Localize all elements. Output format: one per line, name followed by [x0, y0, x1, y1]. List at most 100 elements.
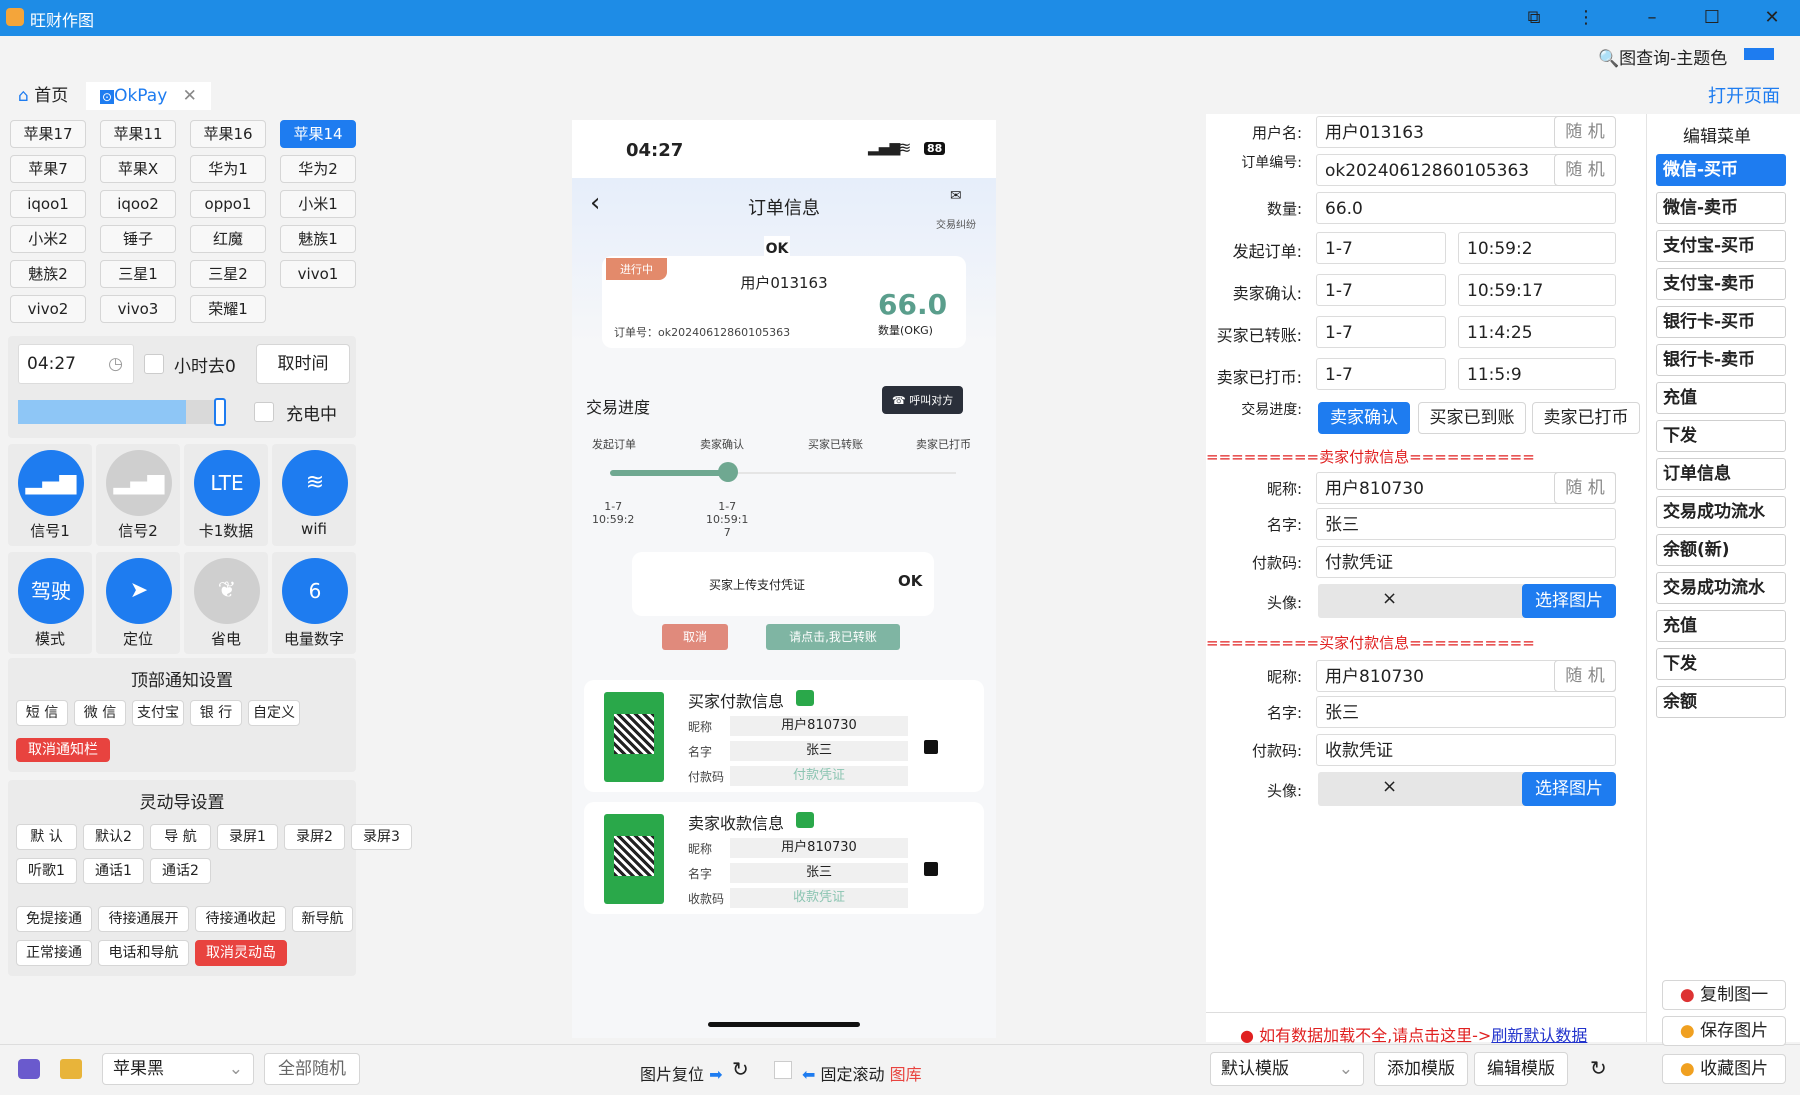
edit-menu-item[interactable]: 银行卡-卖币 — [1656, 344, 1786, 376]
username-input[interactable]: 用户013163 — [1316, 116, 1590, 148]
edit-menu-item[interactable]: 余额(新) — [1656, 534, 1786, 566]
device-button[interactable]: vivo3 — [100, 295, 176, 323]
island-button[interactable]: 待接通展开 — [98, 906, 189, 932]
device-button[interactable]: vivo1 — [280, 260, 356, 288]
device-button[interactable]: 苹果16 — [190, 120, 266, 148]
notify-button[interactable]: 银 行 — [190, 700, 242, 726]
random-s2-nick-button[interactable]: 随 机 — [1554, 660, 1616, 692]
time-input[interactable]: 10:59:17 — [1458, 274, 1616, 306]
device-button[interactable]: oppo1 — [190, 190, 266, 218]
random-s1-nick-button[interactable]: 随 机 — [1554, 472, 1616, 504]
s1-name-input[interactable]: 张三 — [1316, 508, 1616, 540]
edit-menu-item[interactable]: 充值 — [1656, 382, 1786, 414]
device-button[interactable]: 苹果11 — [100, 120, 176, 148]
battery-slider[interactable] — [18, 398, 226, 426]
edit-menu-item[interactable]: 下发 — [1656, 420, 1786, 452]
open-page-link[interactable]: 打开页面 — [1708, 82, 1780, 108]
fixed-scroll-checkbox[interactable] — [774, 1061, 792, 1079]
edit-menu-item[interactable]: 交易成功流水 — [1656, 572, 1786, 604]
island-button[interactable]: 导 航 — [150, 824, 211, 850]
cancel-island-button[interactable]: 取消灵动岛 — [195, 940, 287, 966]
edit-menu-item[interactable]: 银行卡-买币 — [1656, 306, 1786, 338]
theme-search[interactable]: 🔍图查询-主题色 — [1598, 44, 1727, 69]
status-toggle[interactable]: 6 电量数字 — [272, 552, 356, 654]
device-button[interactable]: 三星1 — [100, 260, 176, 288]
all-random-button[interactable]: 全部随机 — [264, 1053, 360, 1085]
extension-icon[interactable]: ⧉ — [1514, 4, 1554, 32]
date-input[interactable]: 1-7 — [1316, 274, 1446, 306]
island-button[interactable]: 默 认 — [16, 824, 77, 850]
device-button[interactable]: 苹果7 — [10, 155, 86, 183]
edit-menu-item[interactable]: 充值 — [1656, 610, 1786, 642]
close-icon[interactable]: ✕ — [1752, 4, 1792, 32]
random-username-button[interactable]: 随 机 — [1554, 116, 1616, 148]
device-button[interactable]: iqoo2 — [100, 190, 176, 218]
edit-menu-item[interactable]: 支付宝-买币 — [1656, 230, 1786, 262]
random-order-button[interactable]: 随 机 — [1554, 154, 1616, 186]
island-button[interactable]: 听歌1 — [16, 858, 77, 884]
status-toggle[interactable]: ➤ 定位 — [96, 552, 180, 654]
edit-menu-item[interactable]: 下发 — [1656, 648, 1786, 680]
island-button[interactable]: 通话2 — [150, 858, 211, 884]
time-input[interactable]: 11:5:9 — [1458, 358, 1616, 390]
device-button[interactable]: 红魔 — [190, 225, 266, 253]
island-button[interactable]: 默认2 — [83, 824, 144, 850]
minimize-icon[interactable]: – — [1632, 4, 1672, 32]
reload-icon[interactable]: ↻ — [1590, 1056, 1607, 1080]
progress-select-button[interactable]: 买家已到账 — [1418, 402, 1526, 434]
device-button[interactable]: iqoo1 — [10, 190, 86, 218]
charging-checkbox[interactable] — [254, 402, 274, 422]
copy-icon[interactable] — [924, 740, 938, 754]
order-no-input[interactable]: ok20240612860105363 — [1316, 154, 1590, 186]
device-button[interactable]: vivo2 — [10, 295, 86, 323]
copy-image-button[interactable]: ● 复制图一 — [1662, 980, 1786, 1010]
island-button[interactable]: 通话1 — [83, 858, 144, 884]
maximize-icon[interactable]: ☐ — [1692, 4, 1732, 32]
s1-avatar-clear-icon[interactable]: × — [1382, 588, 1397, 609]
theme-select[interactable]: 苹果黑 ⌄ — [102, 1053, 254, 1085]
date-input[interactable]: 1-7 — [1316, 358, 1446, 390]
device-button[interactable]: 三星2 — [190, 260, 266, 288]
phone-cancel-button[interactable]: 取消 — [662, 624, 728, 650]
notify-button[interactable]: 微 信 — [74, 700, 126, 726]
paint-icon[interactable] — [18, 1059, 40, 1079]
edit-menu-item[interactable]: 余额 — [1656, 686, 1786, 718]
progress-select-button[interactable]: 卖家已打币 — [1532, 402, 1640, 434]
s1-code-input[interactable]: 付款凭证 — [1316, 546, 1616, 578]
paid-button[interactable]: 请点击,我已转账 — [766, 624, 900, 650]
s2-name-input[interactable]: 张三 — [1316, 696, 1616, 728]
device-button[interactable]: 华为1 — [190, 155, 266, 183]
device-button[interactable]: 小米1 — [280, 190, 356, 218]
edit-menu-item[interactable]: 交易成功流水 — [1656, 496, 1786, 528]
edit-menu-item[interactable]: 订单信息 — [1656, 458, 1786, 490]
status-toggle[interactable]: LTE 卡1数据 — [184, 444, 268, 546]
tab-close-icon[interactable]: ✕ — [183, 86, 197, 106]
device-button[interactable]: 荣耀1 — [190, 295, 266, 323]
device-button[interactable]: 苹果X — [100, 155, 176, 183]
slider-handle[interactable] — [214, 398, 226, 426]
device-button[interactable]: 苹果14 — [280, 120, 356, 148]
upload-card[interactable]: 买家上传支付凭证 OK — [632, 552, 934, 616]
time-input[interactable]: 10:59:2 — [1458, 232, 1616, 264]
island-button[interactable]: 免提接通 — [16, 906, 92, 932]
notify-button[interactable]: 支付宝 — [132, 700, 184, 726]
s2-code-input[interactable]: 收款凭证 — [1316, 734, 1616, 766]
edit-menu-item[interactable]: 支付宝-卖币 — [1656, 268, 1786, 300]
get-time-button[interactable]: 取时间 — [256, 344, 350, 384]
template-select[interactable]: 默认模版 ⌄ — [1210, 1052, 1364, 1086]
collect-image-button[interactable]: ● 收藏图片 — [1662, 1054, 1786, 1084]
device-button[interactable]: 魅族2 — [10, 260, 86, 288]
call-button[interactable]: ☎ 呼叫对方 — [882, 386, 964, 414]
time-input[interactable]: 11:4:25 — [1458, 316, 1616, 348]
device-button[interactable]: 小米2 — [10, 225, 86, 253]
date-input[interactable]: 1-7 — [1316, 316, 1446, 348]
add-template-button[interactable]: 添加模版 — [1374, 1052, 1468, 1086]
dispute-icon[interactable]: ✉ — [950, 188, 962, 204]
island-button[interactable]: 录屏3 — [351, 824, 412, 850]
edit-menu-item[interactable]: 微信-买币 — [1656, 154, 1786, 186]
status-toggle[interactable]: ❦ 省电 — [184, 552, 268, 654]
s1-choose-image-button[interactable]: 选择图片 — [1522, 584, 1616, 618]
dispute-label[interactable]: 交易纠纷 — [936, 216, 976, 231]
theme-color-swatch[interactable] — [1744, 48, 1774, 60]
refresh-default-link[interactable]: 刷新默认数据 — [1491, 1026, 1587, 1045]
